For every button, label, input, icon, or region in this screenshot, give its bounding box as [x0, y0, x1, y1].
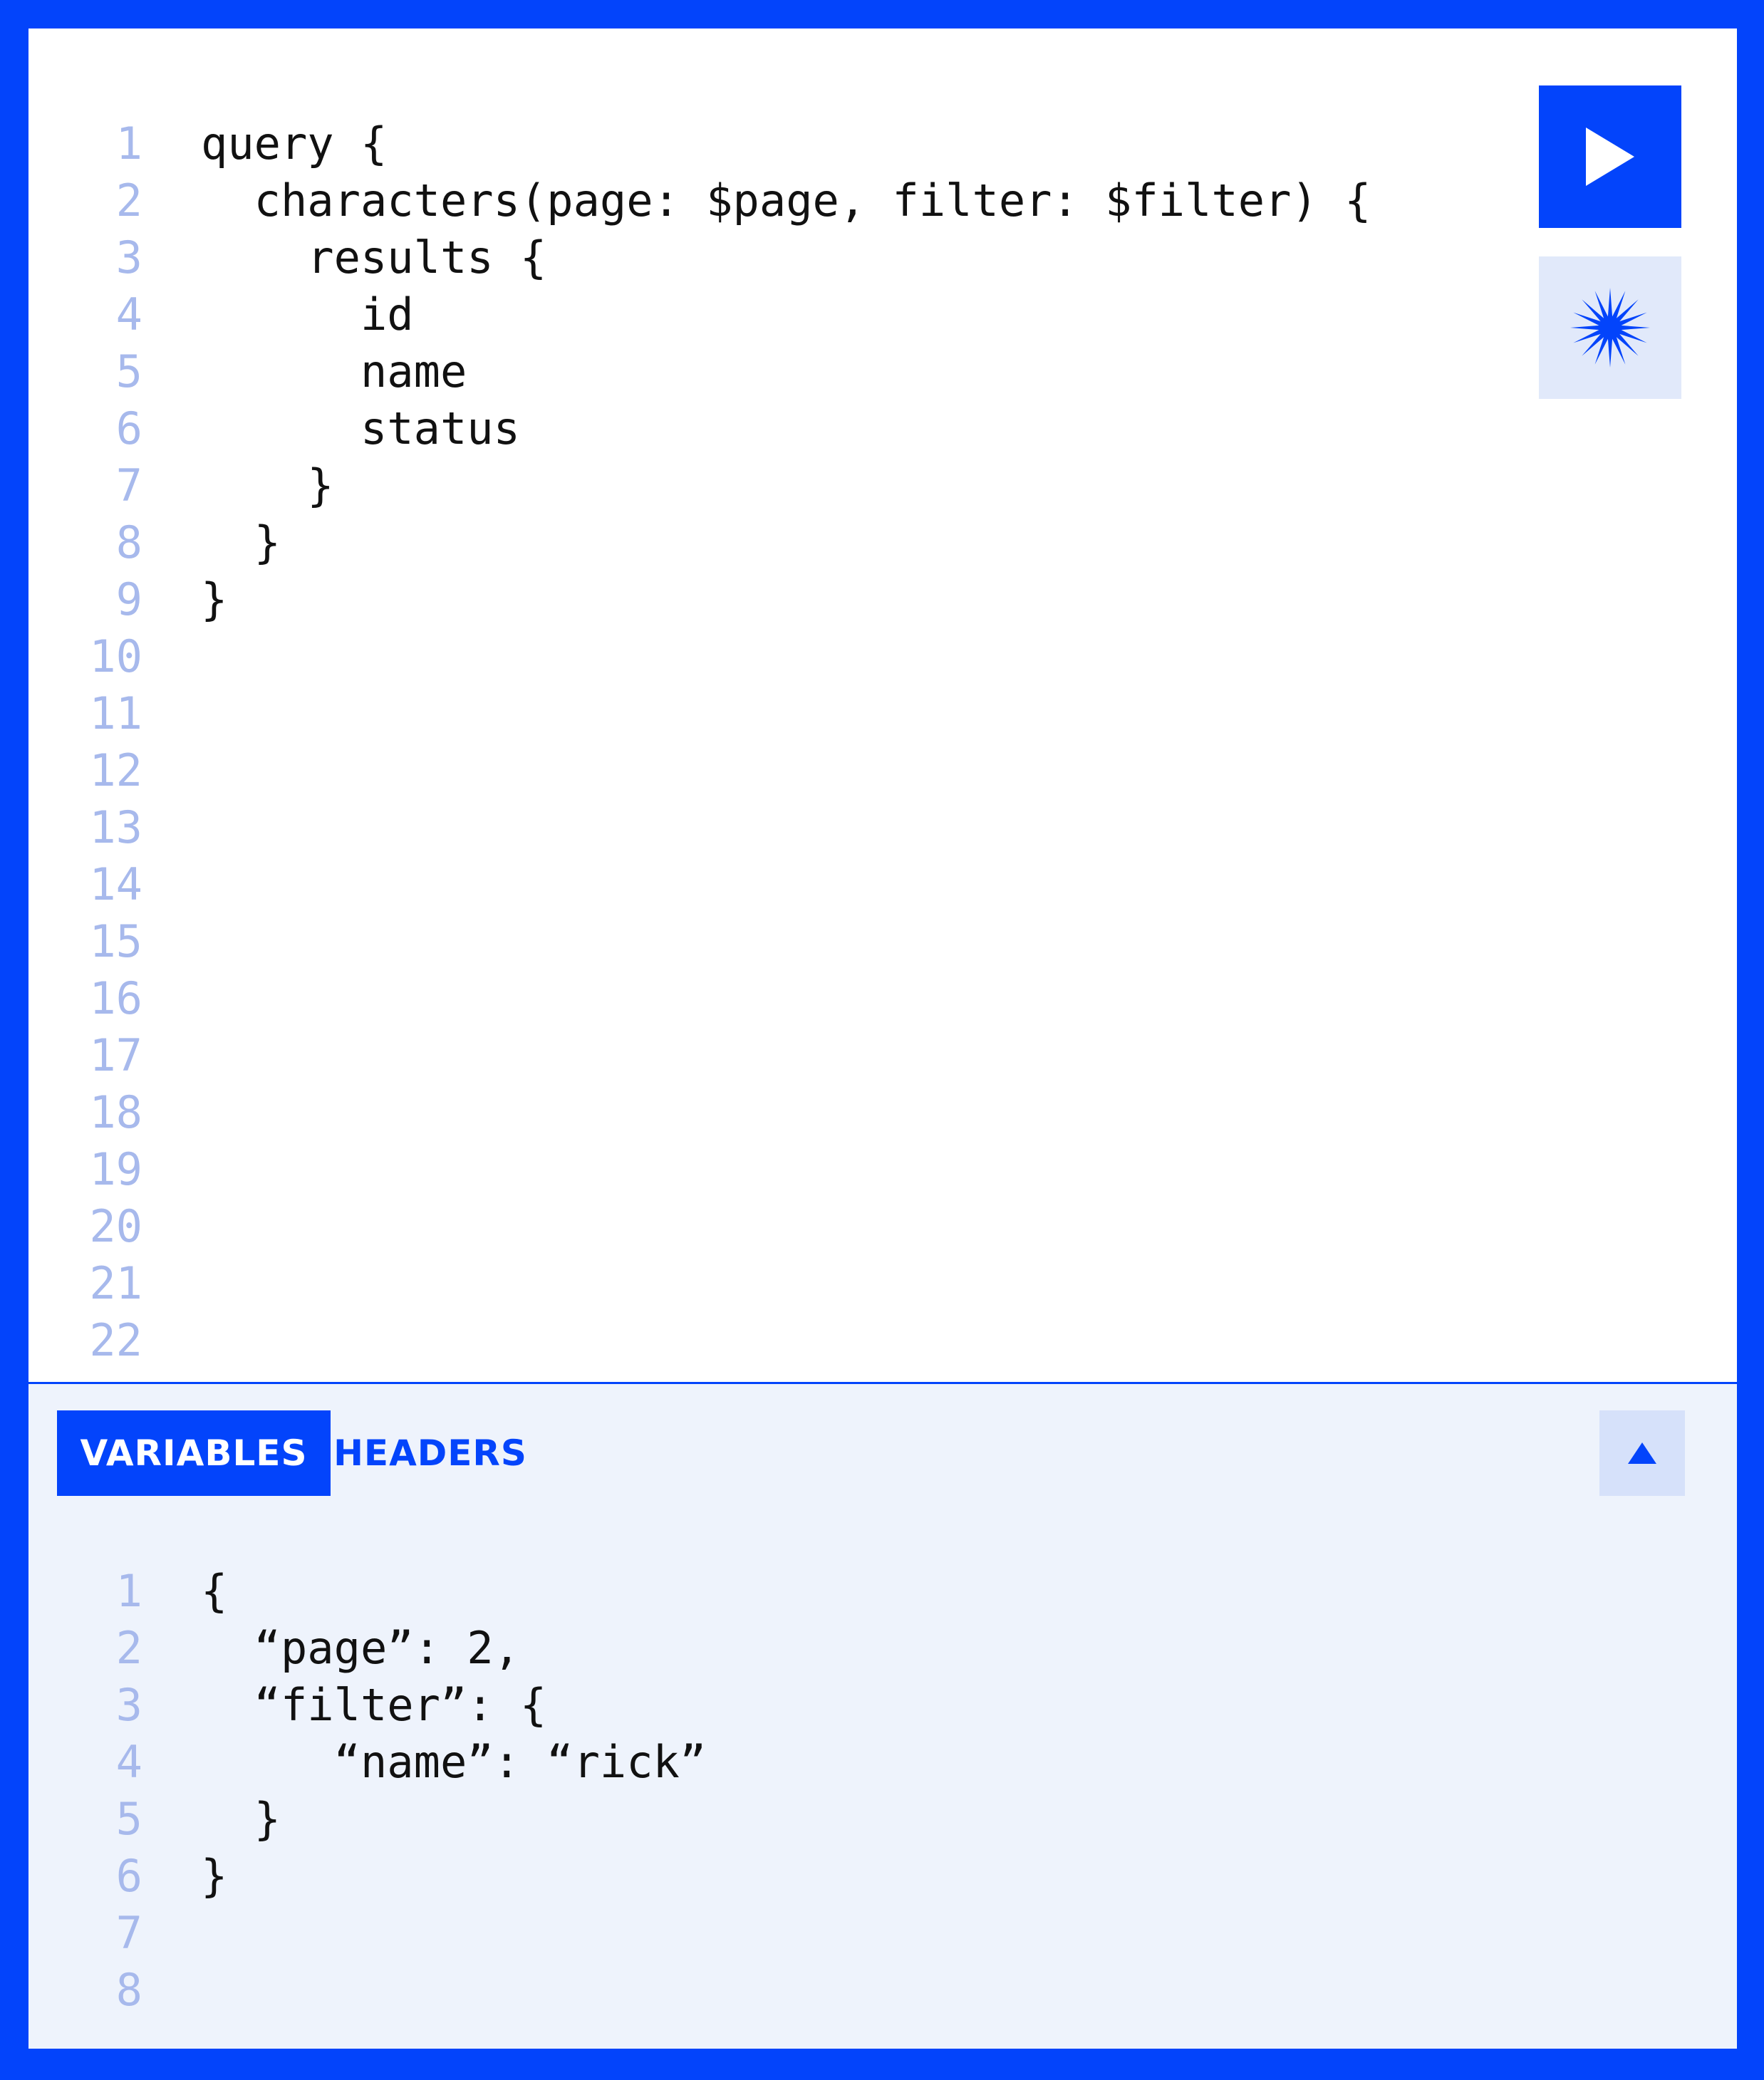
variables-code-lines[interactable]: 1{2 “page”: 2, 3 “filter”: {4 “name”: “ri… — [28, 1563, 707, 2019]
code-line: 1 query { — [28, 115, 1371, 172]
code-line: 11 — [28, 685, 1371, 742]
code-line: 7 — [28, 1905, 706, 1962]
code-line: 12 — [28, 742, 1371, 799]
code-line: 21 — [28, 1255, 1371, 1312]
query-code-lines[interactable]: 1 query {2 characters(page: $page, filter… — [28, 115, 1371, 1369]
code-line: 10 — [28, 628, 1371, 685]
line-number: 5 — [115, 1793, 142, 1845]
line-number: 18 — [89, 1086, 142, 1138]
code-text: } — [201, 1850, 228, 1902]
code-text: “filter”: { — [201, 1679, 547, 1731]
code-line: 4 id — [28, 286, 1371, 343]
code-text: } — [201, 459, 334, 511]
code-text: name — [201, 345, 467, 397]
code-text: { — [201, 1565, 228, 1617]
line-number: 6 — [115, 1850, 142, 1902]
line-number: 7 — [115, 1907, 142, 1959]
code-text: query { — [201, 118, 388, 170]
line-number: 1 — [115, 1565, 142, 1617]
line-number: 2 — [115, 1622, 142, 1674]
code-line: 19 — [28, 1141, 1371, 1198]
code-line: 20 — [28, 1198, 1371, 1255]
line-number: 19 — [89, 1143, 142, 1195]
variables-panel: VARIABLES HEADERS 1{2 “page”: 2, 3 “filte… — [28, 1382, 1737, 2049]
tab-variables[interactable]: VARIABLES — [57, 1410, 331, 1496]
line-number: 21 — [89, 1257, 142, 1309]
code-line: 16 — [28, 970, 1371, 1027]
play-icon — [1586, 128, 1634, 186]
code-line: 22 — [28, 1312, 1371, 1369]
line-number: 13 — [89, 801, 142, 853]
code-line: 17 — [28, 1027, 1371, 1084]
line-number: 11 — [89, 687, 142, 739]
prettify-button[interactable] — [1539, 256, 1681, 399]
line-number: 7 — [115, 459, 142, 511]
code-line: 2 characters(page: $page, filter: $filte… — [28, 172, 1371, 229]
code-line: 8 — [28, 1962, 706, 2019]
line-number: 17 — [89, 1029, 142, 1081]
code-line: 5 } — [28, 1791, 706, 1848]
code-line: 18 — [28, 1084, 1371, 1141]
code-text: id — [201, 288, 414, 340]
code-line: 14 — [28, 856, 1371, 913]
sparkle-icon — [1570, 288, 1650, 368]
line-number: 2 — [115, 175, 142, 227]
line-number: 15 — [89, 915, 142, 967]
code-line: 1{ — [28, 1563, 706, 1620]
line-number: 12 — [89, 744, 142, 796]
line-number: 22 — [89, 1314, 142, 1366]
code-line: 8 } — [28, 514, 1371, 571]
code-line: 6} — [28, 1848, 706, 1905]
line-number: 3 — [115, 1679, 142, 1731]
code-line: 3 “filter”: { — [28, 1677, 706, 1734]
code-text: results { — [201, 232, 547, 284]
code-line: 7 } — [28, 457, 1371, 514]
run-query-button[interactable] — [1539, 85, 1681, 228]
code-line: 15 — [28, 913, 1371, 970]
line-number: 16 — [89, 972, 142, 1024]
line-number: 4 — [115, 288, 142, 340]
tab-headers[interactable]: HEADERS — [331, 1410, 530, 1496]
line-number: 4 — [115, 1736, 142, 1788]
line-number: 8 — [115, 516, 142, 568]
code-text: characters(page: $page, filter: $filter)… — [201, 175, 1371, 227]
query-editor[interactable]: 1 query {2 characters(page: $page, filter… — [28, 28, 1737, 1382]
code-text: } — [201, 516, 281, 568]
graphql-editor-frame: 1 query {2 characters(page: $page, filter… — [28, 28, 1737, 2049]
code-line: 5 name — [28, 343, 1371, 400]
line-number: 9 — [115, 573, 142, 625]
line-number: 5 — [115, 345, 142, 397]
code-text: “page”: 2, — [201, 1622, 520, 1674]
line-number: 8 — [115, 1964, 142, 2016]
line-number: 1 — [115, 118, 142, 170]
code-line: 3 results { — [28, 229, 1371, 286]
line-number: 6 — [115, 402, 142, 454]
line-number: 20 — [89, 1200, 142, 1252]
line-number: 10 — [89, 630, 142, 682]
triangle-up-icon — [1628, 1442, 1656, 1464]
line-number: 3 — [115, 232, 142, 284]
code-line: 13 — [28, 799, 1371, 856]
collapse-panel-button[interactable] — [1599, 1410, 1685, 1496]
code-line: 4 “name”: “rick” — [28, 1734, 707, 1791]
code-text: status — [201, 402, 520, 454]
code-text: } — [201, 573, 228, 625]
code-line: 6 status — [28, 400, 1371, 457]
code-line: 9} — [28, 571, 1371, 628]
line-number: 14 — [89, 858, 142, 910]
code-text: “name”: “rick” — [201, 1736, 707, 1788]
code-line: 2 “page”: 2, — [28, 1620, 706, 1677]
code-text: } — [201, 1793, 281, 1845]
